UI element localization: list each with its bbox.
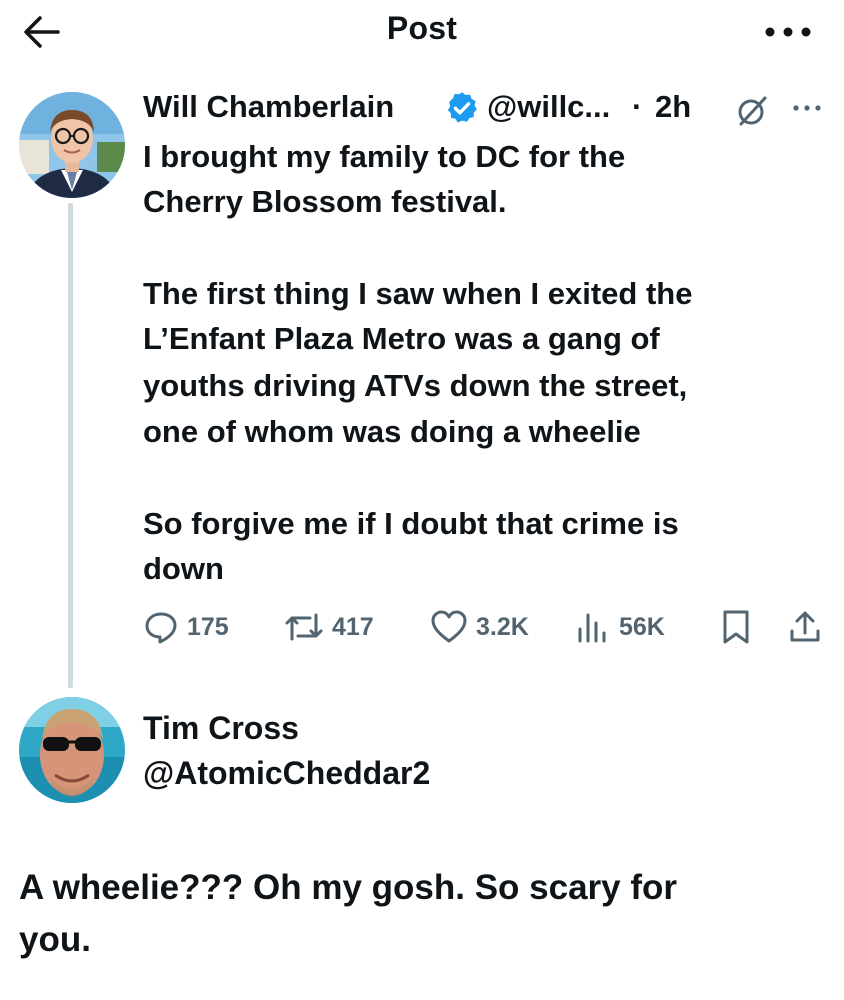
- post-text-line: The first thing I saw when I exited the: [143, 276, 693, 311]
- share-icon: [790, 611, 820, 642]
- post-text-line: one of whom was doing a wheelie: [143, 414, 641, 449]
- grok-icon[interactable]: [735, 94, 769, 128]
- bookmark-icon: [723, 610, 749, 644]
- post-text-line: Cherry Blossom festival.: [143, 184, 507, 219]
- reply-text-line: A wheelie??? Oh my gosh. So scary for: [19, 868, 678, 907]
- reply-button[interactable]: 175: [143, 607, 229, 647]
- author-name[interactable]: Will Chamberlain: [143, 89, 394, 125]
- post-text-line: youths driving ATVs down the street,: [143, 368, 688, 403]
- post-text-line: I brought my family to DC for the: [143, 139, 626, 174]
- author-handle[interactable]: @willc...: [487, 89, 610, 125]
- page-title: Post: [386, 10, 458, 46]
- separator-dot: ·: [632, 89, 643, 124]
- post-text-line: L’Enfant Plaza Metro was a gang of: [143, 321, 660, 356]
- post-time[interactable]: 2h: [655, 89, 691, 125]
- like-count: 3.2K: [476, 612, 529, 641]
- views-icon: [578, 613, 606, 643]
- share-button[interactable]: [787, 607, 831, 647]
- views-button[interactable]: 56K: [575, 607, 665, 647]
- bookmark-button[interactable]: [720, 607, 760, 647]
- post-text-line: So forgive me if I doubt that crime is: [143, 506, 679, 541]
- avatar[interactable]: [19, 697, 125, 803]
- reply-text-line: you.: [19, 920, 91, 959]
- verified-badge-icon: [444, 90, 480, 126]
- post-more-button[interactable]: [790, 96, 824, 120]
- reply-author-name[interactable]: Tim Cross: [143, 710, 299, 747]
- reply-count: 175: [187, 612, 229, 641]
- reply-author-handle[interactable]: @AtomicCheddar2: [143, 755, 430, 792]
- retweet-button[interactable]: 417: [284, 607, 374, 647]
- like-button[interactable]: 3.2K: [430, 607, 529, 647]
- thread-line: [68, 203, 73, 688]
- post-text-line: down: [143, 551, 224, 586]
- retweet-icon: [285, 613, 323, 641]
- reply-icon: [145, 612, 177, 644]
- views-count: 56K: [619, 612, 665, 641]
- more-horizontal-icon: [793, 105, 821, 111]
- avatar[interactable]: [19, 92, 125, 198]
- more-horizontal-icon: [765, 27, 811, 37]
- retweet-count: 417: [332, 612, 374, 641]
- heart-icon: [431, 610, 467, 643]
- more-options-button[interactable]: [758, 12, 818, 52]
